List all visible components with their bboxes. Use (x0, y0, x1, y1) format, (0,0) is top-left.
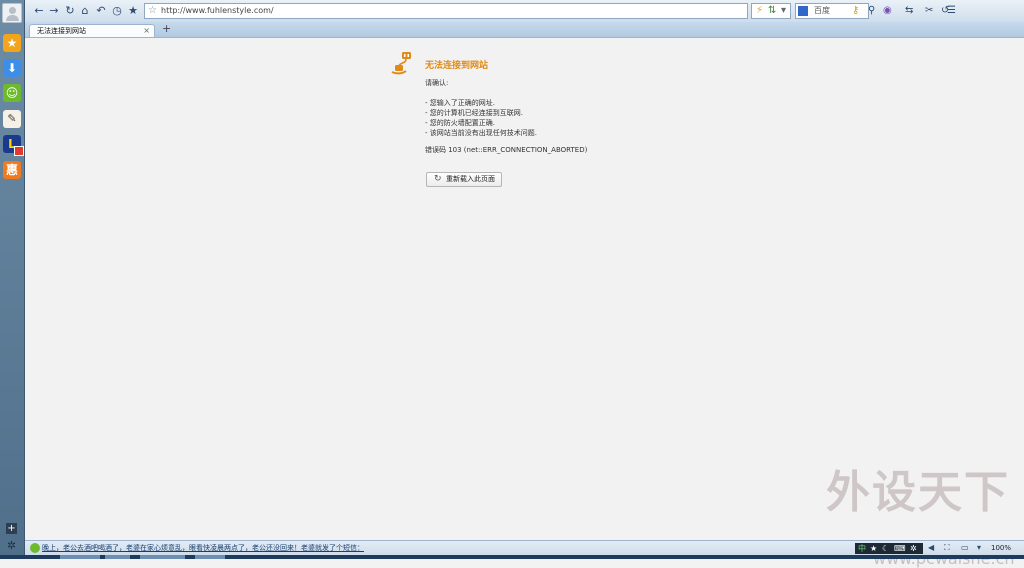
search-engine-icon[interactable] (798, 6, 808, 16)
close-tab-icon[interactable]: × (143, 25, 150, 37)
extension-buttons: ⚡ ⇅ ▾ (751, 3, 791, 19)
navigation-toolbar: ← → ↻ ⌂ ↶ ◷ ★ ☆ http://www.fuhlenstyle.c… (25, 0, 1024, 23)
tab-active[interactable]: 无法连接到网站 × (29, 24, 155, 37)
ime-mode[interactable]: 中 (858, 543, 866, 554)
lightning-icon[interactable]: ⚡ (756, 4, 763, 18)
ime-star-icon[interactable]: ★ (870, 543, 877, 554)
check-item: - 该网站当前没有出现任何技术问题. (425, 129, 537, 137)
tab-strip: 无法连接到网站 × + (25, 22, 1024, 38)
back-icon[interactable]: ← (32, 4, 46, 18)
zoom-dropdown-icon[interactable]: ▾ (977, 542, 981, 554)
refresh-icon[interactable]: ↻ (63, 4, 77, 18)
check-item: - 您的防火墙配置正确. (425, 119, 495, 127)
sidebar: ★ ⬇ ☺ ✎ L 惠 + ✲ (0, 0, 25, 559)
search-engine-label: 百度 (814, 6, 830, 15)
home-icon[interactable]: ⌂ (78, 4, 92, 18)
reload-icon: ↻ (434, 174, 442, 184)
volume-icon[interactable]: ◀ (928, 542, 934, 554)
check-item: - 您输入了正确的网址. (425, 99, 495, 107)
check-item: - 您的计算机已经连接到互联网. (425, 109, 523, 117)
bug-icon[interactable]: ⚲ (868, 4, 875, 18)
news-icon (30, 543, 40, 553)
tab-title: 无法连接到网站 (37, 27, 86, 35)
settings-gear-icon[interactable]: ✲ (6, 540, 17, 551)
url-text[interactable]: http://www.fuhlenstyle.com/ (161, 4, 274, 18)
speed-icon[interactable]: ⇅ (768, 4, 776, 18)
favorites-star-icon[interactable]: ★ (3, 34, 21, 52)
download-icon[interactable]: ⬇ (3, 59, 21, 77)
translate-icon[interactable]: ⇆ (905, 4, 913, 18)
status-bar: 晚上，老公去酒吧喝酒了，老婆在家心烦意乱，眼看快凌晨两点了，老公还没回来！老婆就… (25, 540, 1024, 556)
ime-keyboard-icon[interactable]: ⌨ (894, 543, 906, 554)
fullscreen-icon[interactable]: ⛶ (944, 542, 950, 554)
taskbar-item[interactable] (60, 555, 100, 559)
new-tab-button[interactable]: + (162, 23, 171, 35)
page-content: 无法连接到网站 请确认: - 您输入了正确的网址. - 您的计算机已经连接到互联… (25, 38, 1024, 568)
tools-icon[interactable]: ✂ (925, 4, 933, 18)
hui-deals-icon[interactable]: 惠 (3, 161, 21, 179)
plug-icon (391, 52, 411, 75)
smiley-icon[interactable]: ☺ (3, 84, 21, 102)
forward-icon[interactable]: → (47, 4, 61, 18)
key-icon[interactable]: ⚷ (852, 4, 859, 18)
camera-icon[interactable]: ◉ (883, 4, 892, 18)
reload-label: 重新载入此页面 (446, 175, 495, 183)
avatar[interactable] (2, 3, 22, 23)
notepad-icon[interactable]: ✎ (3, 110, 21, 128)
error-intro: 请确认: (425, 79, 449, 87)
bookmark-star-icon[interactable]: ☆ (148, 4, 157, 18)
taskbar-item[interactable] (105, 555, 130, 559)
taskbar-item[interactable] (195, 555, 225, 559)
taskbar-item[interactable] (140, 555, 185, 559)
address-bar[interactable]: ☆ http://www.fuhlenstyle.com/ (144, 3, 748, 19)
menu-icon[interactable]: ☰ (947, 4, 956, 18)
zoom-level[interactable]: 100% (991, 542, 1011, 554)
ime-toolbar[interactable]: 中 ★ ☾ ⌨ ✲ (855, 543, 923, 554)
window-icon[interactable]: ▭ (961, 542, 969, 554)
undo-close-icon[interactable]: ↶ (94, 4, 108, 18)
taskbar (0, 555, 1024, 559)
error-code: 错误码 103 (net::ERR_CONNECTION_ABORTED) (425, 146, 588, 154)
ime-moon-icon[interactable]: ☾ (882, 543, 889, 554)
reload-button[interactable]: ↻ 重新载入此页面 (426, 172, 502, 187)
add-icon[interactable]: + (6, 523, 17, 534)
history-clock-icon[interactable]: ◷ (110, 4, 124, 18)
news-ticker[interactable]: 晚上，老公去酒吧喝酒了，老婆在家心烦意乱，眼看快凌晨两点了，老公还没回来！老婆就… (42, 542, 364, 554)
watermark-brand: 外设天下 (826, 467, 1010, 518)
dropdown-icon[interactable]: ▾ (781, 4, 786, 18)
error-title: 无法连接到网站 (425, 61, 489, 71)
app-l-icon[interactable]: L (3, 135, 24, 156)
ime-settings-icon[interactable]: ✲ (910, 543, 917, 554)
favorites-icon[interactable]: ★ (126, 4, 140, 18)
notification-badge (14, 146, 24, 156)
